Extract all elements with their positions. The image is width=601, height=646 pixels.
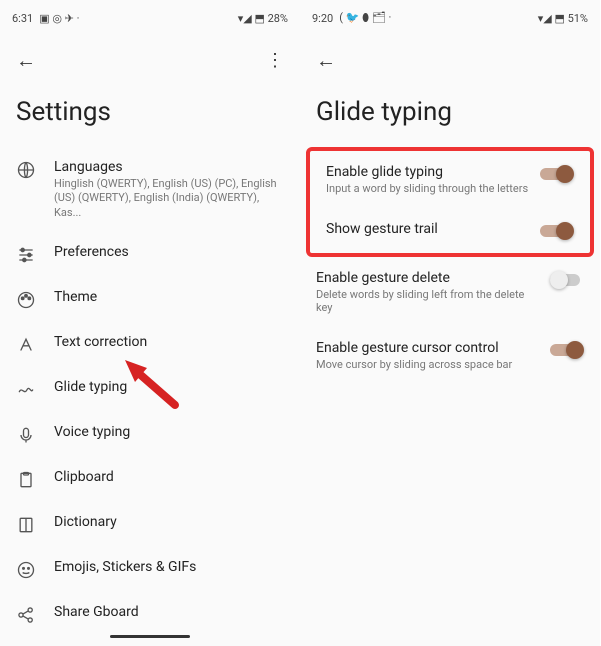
item-label: Languages — [54, 159, 284, 175]
switch[interactable] — [550, 341, 584, 359]
item-label: Emojis, Stickers & GIFs — [54, 559, 284, 575]
toggle-sub: Move cursor by sliding across space bar — [316, 358, 540, 371]
item-label: Voice typing — [54, 424, 284, 440]
status-bar: 9:20 ( 🐦 ⬮ 🗂 · ▾◢ ⬒ 51% — [300, 6, 600, 30]
switch[interactable] — [540, 165, 574, 183]
palette-icon — [16, 290, 36, 310]
sidebar-item-advanced[interactable]: Advanced — [0, 637, 300, 646]
toggle-label: Show gesture trail — [326, 221, 530, 237]
annotation-highlight: Enable glide typing Input a word by slid… — [306, 147, 594, 257]
status-time: 9:20 — [312, 12, 333, 25]
sidebar-item-emojis[interactable]: Emojis, Stickers & GIFs — [0, 547, 300, 592]
sidebar-item-text-correction[interactable]: Text correction — [0, 322, 300, 367]
sidebar-item-theme[interactable]: Theme — [0, 277, 300, 322]
item-label: Theme — [54, 289, 284, 305]
sidebar-item-share[interactable]: Share Gboard — [0, 592, 300, 637]
status-bar: 6:31 ▣ ◎ ✈ · ▾◢ ⬒ 28% — [0, 6, 300, 30]
toggle-label: Enable glide typing — [326, 164, 530, 180]
item-label: Share Gboard — [54, 604, 284, 620]
status-icons: ( 🐦 ⬮ 🗂 · — [339, 11, 391, 25]
clipboard-icon — [16, 470, 36, 490]
sliders-icon — [16, 245, 36, 265]
switch[interactable] — [540, 222, 574, 240]
item-label: Text correction — [54, 334, 284, 350]
sidebar-item-voice-typing[interactable]: Voice typing — [0, 412, 300, 457]
status-time: 6:31 — [12, 12, 33, 25]
toggle-gesture-trail[interactable]: Show gesture trail — [310, 208, 590, 253]
item-label: Dictionary — [54, 514, 284, 530]
gesture-icon — [16, 380, 36, 400]
sidebar-item-dictionary[interactable]: Dictionary — [0, 502, 300, 547]
toggle-enable-glide[interactable]: Enable glide typing Input a word by slid… — [310, 151, 590, 208]
globe-icon — [16, 160, 36, 180]
phone-right: 9:20 ( 🐦 ⬮ 🗂 · ▾◢ ⬒ 51% ← Glide typing E… — [300, 0, 600, 646]
toggle-gesture-delete[interactable]: Enable gesture delete Delete words by sl… — [300, 257, 600, 327]
switch[interactable] — [550, 271, 584, 289]
status-right: ▾◢ ⬒ 51% — [538, 12, 588, 25]
item-sub: Hinglish (QWERTY), English (US) (PC), En… — [54, 177, 284, 220]
back-button[interactable]: ← — [16, 48, 36, 73]
text-icon — [16, 335, 36, 355]
sidebar-item-languages[interactable]: Languages Hinglish (QWERTY), English (US… — [0, 147, 300, 232]
home-indicator[interactable] — [110, 635, 190, 638]
mic-icon — [16, 425, 36, 445]
phone-left: 6:31 ▣ ◎ ✈ · ▾◢ ⬒ 28% ← ⋮ Settings Langu… — [0, 0, 300, 646]
sidebar-item-glide-typing[interactable]: Glide typing — [0, 367, 300, 412]
page-title: Settings — [0, 83, 300, 147]
toggle-sub: Delete words by sliding left from the de… — [316, 288, 540, 314]
toggle-label: Enable gesture cursor control — [316, 340, 540, 356]
share-icon — [16, 605, 36, 625]
item-label: Clipboard — [54, 469, 284, 485]
menu-button[interactable]: ⋮ — [266, 50, 284, 71]
page-title: Glide typing — [300, 83, 600, 147]
status-right: ▾◢ ⬒ 28% — [238, 12, 288, 25]
toggle-label: Enable gesture delete — [316, 270, 540, 286]
status-icons: ▣ ◎ ✈ · — [39, 12, 79, 25]
toggle-cursor-control[interactable]: Enable gesture cursor control Move curso… — [300, 327, 600, 384]
back-button[interactable]: ← — [316, 48, 336, 73]
book-icon — [16, 515, 36, 535]
sidebar-item-preferences[interactable]: Preferences — [0, 232, 300, 277]
emoji-icon — [16, 560, 36, 580]
item-label: Glide typing — [54, 379, 284, 395]
sidebar-item-clipboard[interactable]: Clipboard — [0, 457, 300, 502]
item-label: Preferences — [54, 244, 284, 260]
toggle-sub: Input a word by sliding through the lett… — [326, 182, 530, 195]
